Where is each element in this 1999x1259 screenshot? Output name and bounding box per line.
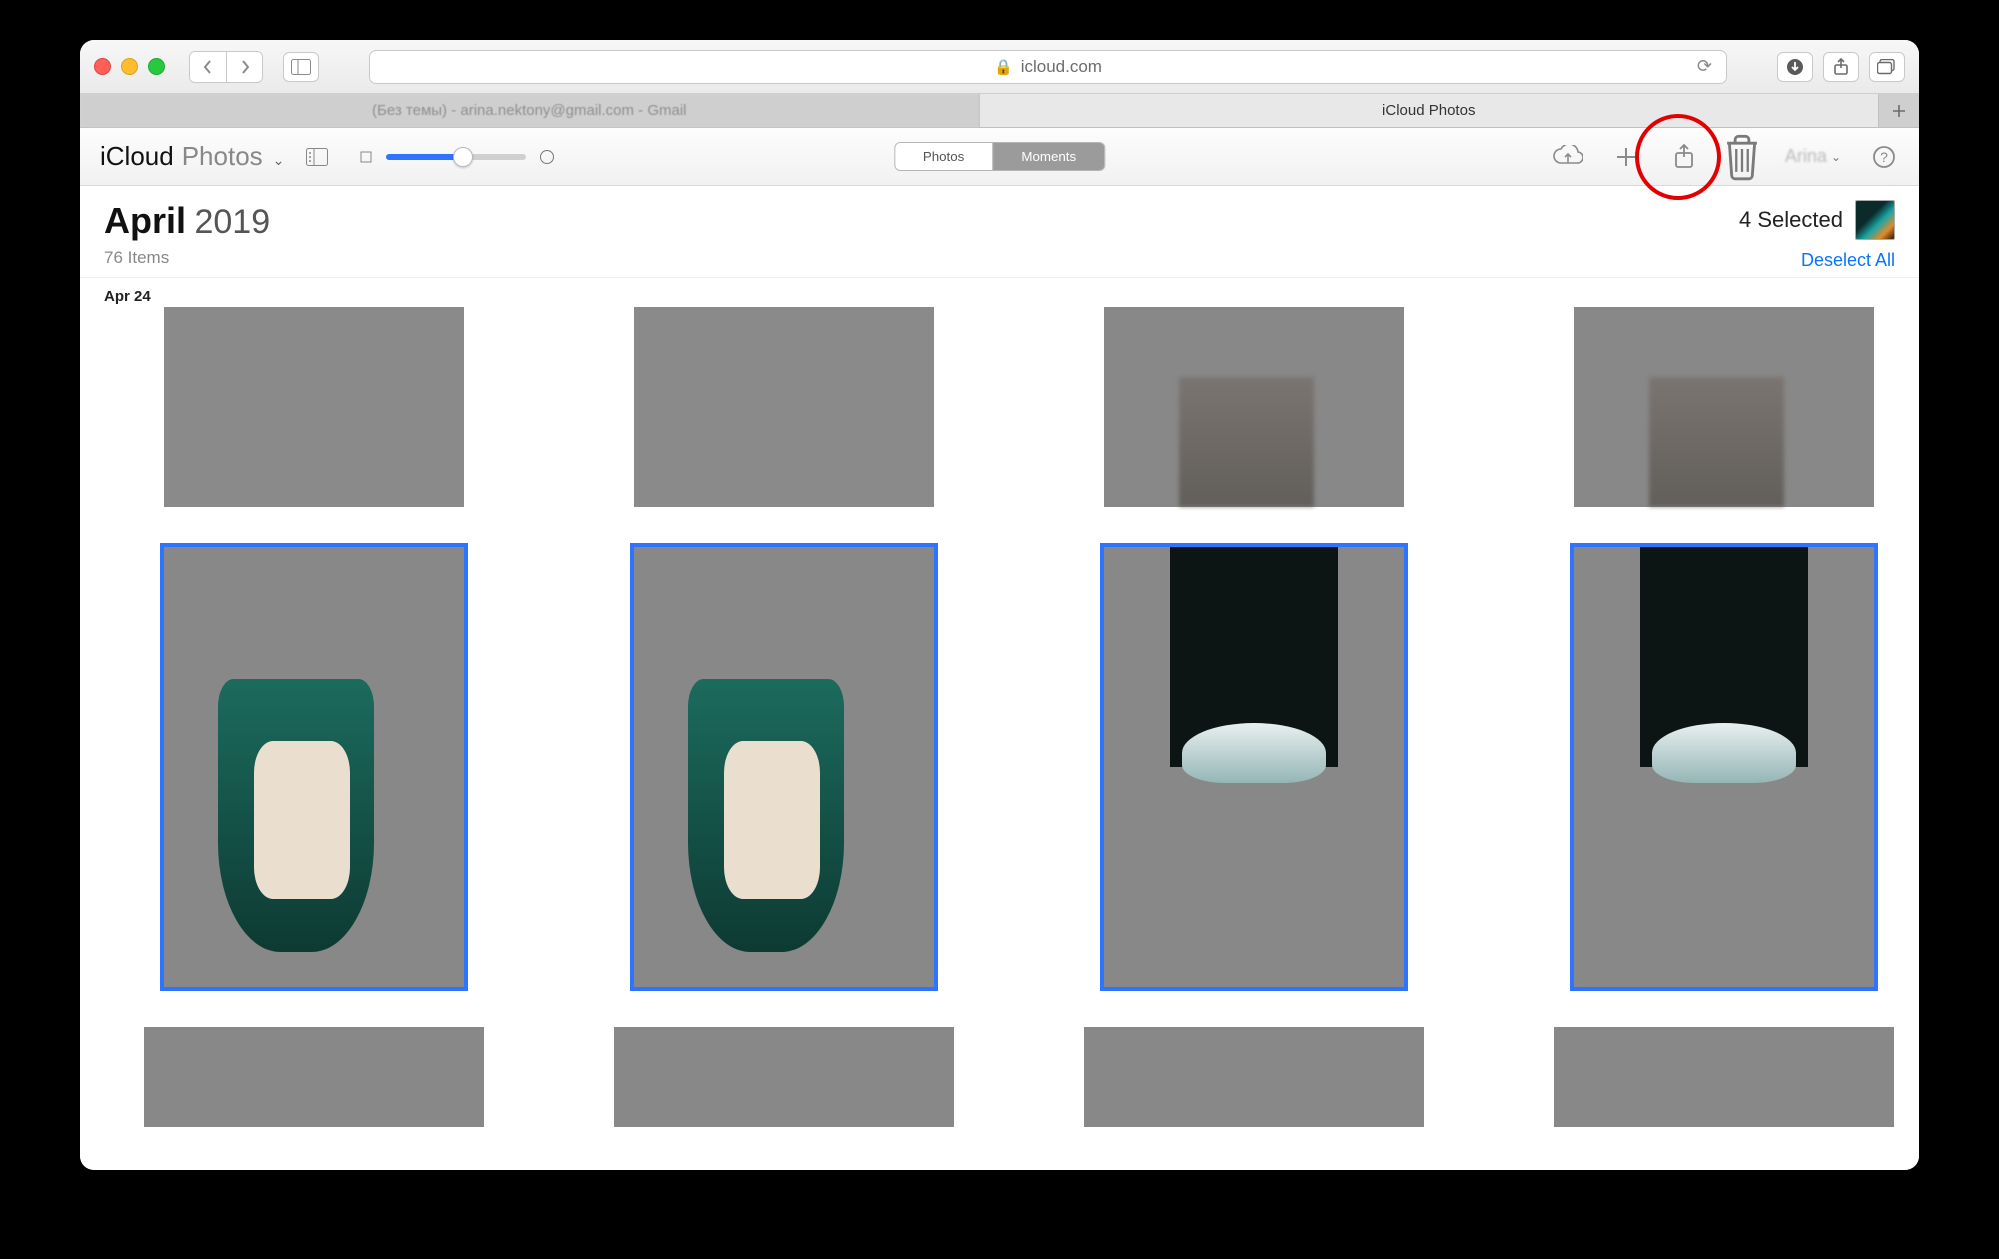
address-text: icloud.com bbox=[1021, 57, 1102, 77]
sidebar-panel-icon[interactable] bbox=[302, 142, 332, 172]
header-left: April 2019 76 Items bbox=[104, 200, 270, 268]
browser-right-tools bbox=[1777, 52, 1905, 82]
browser-window: 🔒 icloud.com ⟳ (Без темы) - arina.nekton… bbox=[80, 40, 1919, 1170]
deselect-all-link[interactable]: Deselect All bbox=[1739, 250, 1895, 271]
window-close-button[interactable] bbox=[94, 58, 111, 75]
zoom-slider[interactable] bbox=[386, 154, 526, 160]
share-action-icon[interactable] bbox=[1669, 142, 1699, 172]
share-button[interactable] bbox=[1823, 52, 1859, 82]
nav-buttons bbox=[189, 51, 263, 83]
brand-thin: Photos bbox=[182, 141, 263, 172]
sidebar-toggle-button[interactable] bbox=[283, 52, 319, 82]
photo-thumbnail-selected[interactable] bbox=[614, 547, 954, 987]
header-right: 4 Selected Deselect All bbox=[1739, 200, 1895, 271]
nav-forward-button[interactable] bbox=[226, 52, 262, 82]
browser-toolbar: 🔒 icloud.com ⟳ bbox=[80, 40, 1919, 94]
upload-icon[interactable] bbox=[1553, 142, 1583, 172]
add-icon[interactable] bbox=[1611, 142, 1641, 172]
window-fullscreen-button[interactable] bbox=[148, 58, 165, 75]
photo-thumbnail[interactable] bbox=[1554, 1027, 1894, 1127]
seg-photos[interactable]: Photos bbox=[895, 143, 993, 170]
photo-thumbnail[interactable] bbox=[614, 1027, 954, 1127]
user-name: Arina bbox=[1785, 146, 1827, 167]
window-minimize-button[interactable] bbox=[121, 58, 138, 75]
nav-back-button[interactable] bbox=[190, 52, 226, 82]
photo-thumbnail-selected[interactable] bbox=[1084, 547, 1424, 987]
chevron-down-icon: ⌄ bbox=[273, 152, 285, 169]
photo-thumbnail[interactable] bbox=[1554, 307, 1894, 507]
seg-moments[interactable]: Moments bbox=[992, 143, 1104, 170]
zoom-max-icon bbox=[540, 150, 554, 164]
tab-label: (Без темы) - arina.nektony@gmail.com - G… bbox=[372, 102, 687, 119]
window-controls bbox=[94, 58, 165, 75]
photo-thumbnail[interactable] bbox=[144, 307, 484, 507]
address-bar[interactable]: 🔒 icloud.com ⟳ bbox=[369, 50, 1727, 84]
toolbar-right: Arina ⌄ ? bbox=[1553, 142, 1899, 172]
month-label: April bbox=[104, 200, 186, 241]
downloads-button[interactable] bbox=[1777, 52, 1813, 82]
zoom-control bbox=[360, 150, 554, 164]
tab-strip: (Без темы) - arina.nektony@gmail.com - G… bbox=[80, 94, 1919, 128]
help-icon[interactable]: ? bbox=[1869, 142, 1899, 172]
header-row: April 2019 76 Items 4 Selected Deselect … bbox=[80, 186, 1919, 278]
photo-grid bbox=[104, 307, 1895, 1147]
photo-grid-area: Apr 24 bbox=[80, 278, 1919, 1170]
reload-icon[interactable]: ⟳ bbox=[1697, 56, 1712, 77]
photo-thumbnail[interactable] bbox=[1084, 307, 1424, 507]
photo-thumbnail-selected[interactable] bbox=[144, 547, 484, 987]
tabs-overview-button[interactable] bbox=[1869, 52, 1905, 82]
year-label: 2019 bbox=[194, 203, 270, 241]
lock-icon: 🔒 bbox=[994, 58, 1013, 76]
photo-thumbnail[interactable] bbox=[144, 1027, 484, 1127]
tab-icloud-photos[interactable]: iCloud Photos bbox=[980, 94, 1880, 127]
zoom-min-icon bbox=[360, 151, 372, 163]
photo-thumbnail[interactable] bbox=[1084, 1027, 1424, 1127]
view-segmented-control: Photos Moments bbox=[894, 142, 1105, 171]
tab-label: iCloud Photos bbox=[1382, 102, 1475, 119]
user-menu[interactable]: Arina ⌄ bbox=[1785, 146, 1841, 167]
item-count: 76 Items bbox=[104, 248, 270, 268]
app-title-dropdown[interactable]: iCloud Photos ⌄ bbox=[100, 141, 284, 172]
trash-icon[interactable] bbox=[1727, 142, 1757, 172]
brand-bold: iCloud bbox=[100, 141, 174, 172]
zoom-slider-thumb[interactable] bbox=[453, 147, 473, 167]
svg-text:?: ? bbox=[1880, 149, 1888, 165]
new-tab-button[interactable] bbox=[1879, 94, 1919, 127]
tab-gmail[interactable]: (Без темы) - arina.nektony@gmail.com - G… bbox=[80, 94, 980, 127]
photo-thumbnail-selected[interactable] bbox=[1554, 547, 1894, 987]
app-toolbar: iCloud Photos ⌄ Photos Moments bbox=[80, 128, 1919, 186]
selection-thumbnail[interactable] bbox=[1855, 200, 1895, 240]
chevron-down-icon: ⌄ bbox=[1831, 150, 1841, 164]
date-header: Apr 24 bbox=[104, 278, 1895, 307]
photo-thumbnail[interactable] bbox=[614, 307, 954, 507]
selected-count: 4 Selected bbox=[1739, 207, 1843, 233]
